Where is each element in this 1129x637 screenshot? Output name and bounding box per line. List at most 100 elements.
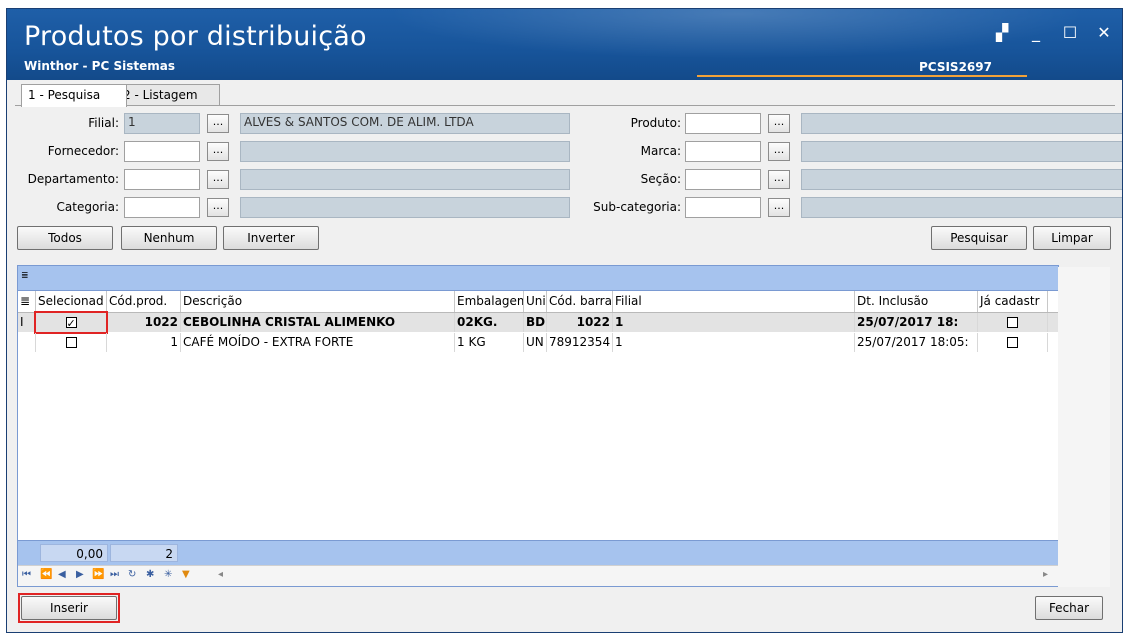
first-record-icon[interactable]: ⏮ bbox=[22, 569, 31, 580]
footer-total: 0,00 bbox=[40, 544, 108, 562]
col-cod-prod[interactable]: Cód.prod. bbox=[107, 291, 181, 312]
col-filial[interactable]: Filial bbox=[613, 291, 855, 312]
cell-cod-barra: 1022 bbox=[547, 313, 613, 332]
produto-input[interactable] bbox=[685, 113, 761, 134]
pesquisar-button[interactable]: Pesquisar bbox=[931, 226, 1027, 250]
categoria-input[interactable] bbox=[124, 197, 200, 218]
refresh-icon[interactable]: ↻ bbox=[128, 569, 136, 580]
subcategoria-input[interactable] bbox=[685, 197, 761, 218]
cell-cod-prod: 1022 bbox=[107, 313, 181, 332]
cell-descricao: CAFÉ MOÍDO - EXTRA FORTE bbox=[181, 333, 455, 352]
grid-group-panel: ≣ bbox=[18, 266, 1058, 291]
col-embalagem[interactable]: Embalagem bbox=[455, 291, 524, 312]
produto-label: Produto: bbox=[630, 116, 681, 130]
highlight-inserir bbox=[18, 593, 120, 623]
secao-input[interactable] bbox=[685, 169, 761, 190]
subcategoria-lookup-button[interactable]: ... bbox=[768, 198, 790, 217]
restore-icon[interactable]: ▞ bbox=[994, 23, 1010, 42]
col-dt-inclusao[interactable]: Dt. Inclusão bbox=[855, 291, 978, 312]
title-bar: Produtos por distribuição Winthor - PC S… bbox=[7, 9, 1122, 80]
window-subtitle: Winthor - PC Sistemas bbox=[24, 59, 175, 73]
cell-cod-barra: 78912354 bbox=[547, 333, 613, 352]
highlight-select-checkbox bbox=[34, 311, 108, 334]
grid-right-area bbox=[1058, 267, 1110, 587]
subcategoria-desc-field bbox=[801, 197, 1122, 218]
cell-embalagem: 02KG. bbox=[455, 313, 524, 332]
footer-count: 2 bbox=[110, 544, 178, 562]
next-record-icon[interactable]: ▶ bbox=[76, 569, 84, 580]
grid-navigator: ⏮ ⏪ ◀ ▶ ⏩ ⏭ ↻ ✱ ✳ ▼ ◂ ▸ bbox=[18, 565, 1058, 586]
checkbox-unchecked-icon[interactable] bbox=[1007, 337, 1018, 348]
marca-desc-field bbox=[801, 141, 1122, 162]
col-ja-cadastrado[interactable]: Já cadastr bbox=[978, 291, 1048, 312]
table-row[interactable]: I 1022 CEBOLINHA CRISTAL ALIMENKO 02KG. … bbox=[18, 313, 1058, 332]
header-menu-icon[interactable]: ≣ bbox=[18, 291, 36, 312]
col-descricao[interactable]: Descrição bbox=[181, 291, 455, 312]
marca-lookup-button[interactable]: ... bbox=[768, 142, 790, 161]
inverter-button[interactable]: Inverter bbox=[223, 226, 319, 250]
col-cod-barra[interactable]: Cód. barra bbox=[547, 291, 613, 312]
products-grid[interactable]: ≣ ≣ Selecionad Cód.prod. Descrição Embal… bbox=[17, 265, 1059, 587]
window-title: Produtos por distribuição bbox=[24, 21, 367, 52]
checkbox-unchecked-icon[interactable] bbox=[65, 337, 77, 348]
cell-ja-cadastrado[interactable] bbox=[978, 313, 1048, 332]
tab-pesquisa[interactable]: 1 - Pesquisa bbox=[21, 84, 127, 107]
fornecedor-label: Fornecedor: bbox=[47, 144, 119, 158]
maximize-icon[interactable]: ☐ bbox=[1062, 23, 1078, 42]
marca-label: Marca: bbox=[640, 144, 681, 158]
todos-button[interactable]: Todos bbox=[17, 226, 113, 250]
prev-page-icon[interactable]: ⏪ bbox=[40, 569, 52, 580]
departamento-lookup-button[interactable]: ... bbox=[207, 170, 229, 189]
limpar-button[interactable]: Limpar bbox=[1033, 226, 1111, 250]
filial-lookup-button[interactable]: ... bbox=[207, 114, 229, 133]
main-window: Produtos por distribuição Winthor - PC S… bbox=[6, 8, 1123, 633]
routine-code: PCSIS2697 bbox=[919, 60, 992, 74]
categoria-label: Categoria: bbox=[56, 200, 119, 214]
marca-input[interactable] bbox=[685, 141, 761, 162]
prev-record-icon[interactable]: ◀ bbox=[58, 569, 66, 580]
insert-record-icon[interactable]: ✱ bbox=[146, 569, 154, 580]
departamento-input[interactable] bbox=[124, 169, 200, 190]
cell-dt-inclusao: 25/07/2017 18: bbox=[855, 313, 978, 332]
cell-descricao: CEBOLINHA CRISTAL ALIMENKO bbox=[181, 313, 455, 332]
secao-desc-field bbox=[801, 169, 1122, 190]
tab-listagem[interactable]: 2 - Listagem bbox=[116, 84, 220, 105]
close-icon[interactable]: ✕ bbox=[1096, 23, 1112, 42]
secao-label: Seção: bbox=[640, 172, 681, 186]
fornecedor-input[interactable] bbox=[124, 141, 200, 162]
checkbox-unchecked-icon[interactable] bbox=[1007, 317, 1018, 328]
minimize-icon[interactable]: _ bbox=[1028, 23, 1044, 42]
cell-cod-prod: 1 bbox=[107, 333, 181, 352]
categoria-lookup-button[interactable]: ... bbox=[207, 198, 229, 217]
produto-lookup-button[interactable]: ... bbox=[768, 114, 790, 133]
nenhum-button[interactable]: Nenhum bbox=[121, 226, 217, 250]
grid-menu-icon[interactable]: ≣ bbox=[21, 271, 29, 281]
cell-uni: UN bbox=[524, 333, 547, 352]
next-page-icon[interactable]: ⏩ bbox=[92, 569, 104, 580]
fornecedor-lookup-button[interactable]: ... bbox=[207, 142, 229, 161]
fechar-button[interactable]: Fechar bbox=[1035, 596, 1103, 620]
client-area: 1 - Pesquisa 2 - Listagem Filial: 1 ... … bbox=[7, 80, 1122, 632]
col-selecionado[interactable]: Selecionad bbox=[36, 291, 107, 312]
produto-desc-field bbox=[801, 113, 1122, 134]
filial-label: Filial: bbox=[88, 116, 119, 130]
cell-uni: BD bbox=[524, 313, 547, 332]
col-uni[interactable]: Uni bbox=[524, 291, 547, 312]
departamento-desc-field bbox=[240, 169, 570, 190]
scroll-left-icon[interactable]: ◂ bbox=[218, 569, 223, 580]
clear-record-icon[interactable]: ✳ bbox=[164, 569, 172, 580]
filial-code-input[interactable]: 1 bbox=[124, 113, 200, 134]
categoria-desc-field bbox=[240, 197, 570, 218]
cell-filial: 1 bbox=[613, 333, 855, 352]
row-select-checkbox[interactable] bbox=[36, 333, 107, 352]
fornecedor-desc-field bbox=[240, 141, 570, 162]
cell-filial: 1 bbox=[613, 313, 855, 332]
filter-icon[interactable]: ▼ bbox=[182, 569, 190, 580]
departamento-label: Departamento: bbox=[27, 172, 119, 186]
title-accent-line bbox=[697, 75, 1027, 77]
scroll-right-icon[interactable]: ▸ bbox=[1043, 569, 1048, 580]
cell-ja-cadastrado[interactable] bbox=[978, 333, 1048, 352]
last-record-icon[interactable]: ⏭ bbox=[110, 569, 119, 580]
table-row[interactable]: 1 CAFÉ MOÍDO - EXTRA FORTE 1 KG UN 78912… bbox=[18, 333, 1058, 352]
secao-lookup-button[interactable]: ... bbox=[768, 170, 790, 189]
